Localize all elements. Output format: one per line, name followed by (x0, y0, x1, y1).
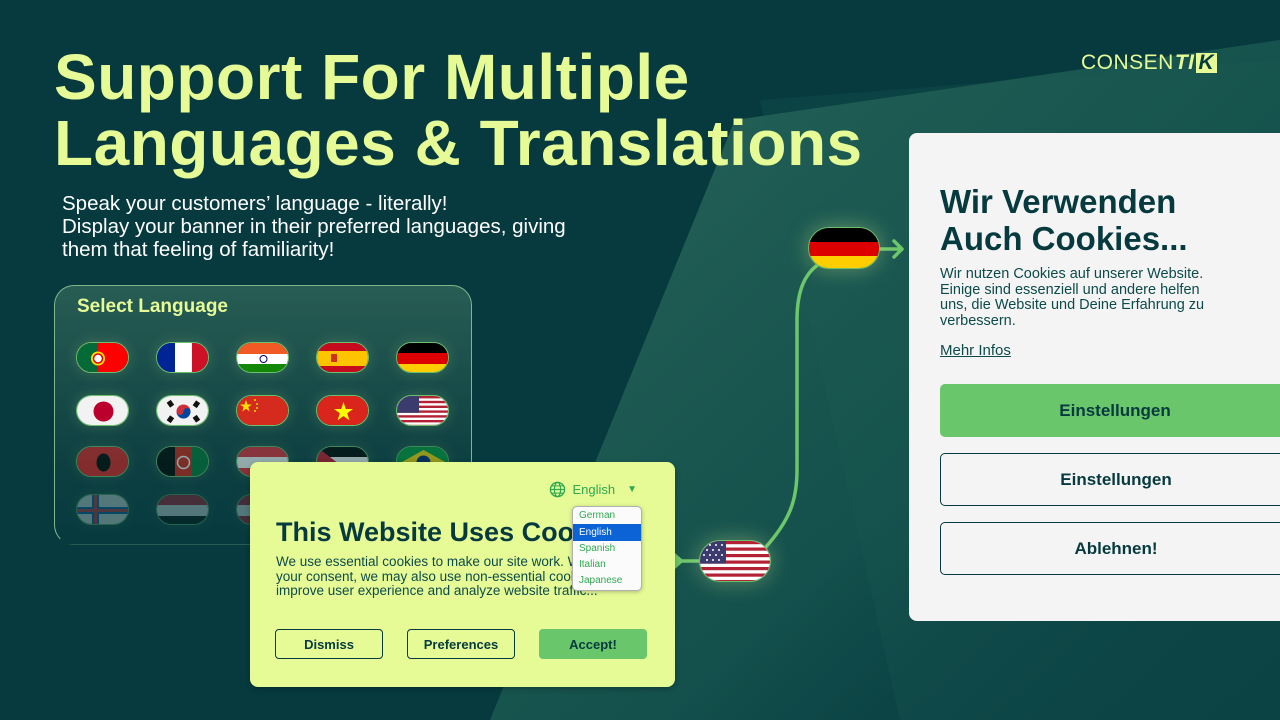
flag-spain[interactable] (316, 342, 369, 373)
flag-china[interactable] (236, 395, 289, 426)
logo-k-box: K (1195, 52, 1218, 73)
select-language-title: Select Language (77, 296, 228, 317)
language-select[interactable]: English ▼ (549, 481, 637, 498)
language-dropdown[interactable]: German English Spanish Italian Japanese (572, 506, 642, 591)
subtext-line-3: them that feeling of familiarity! (62, 238, 335, 261)
logo-text-regular: CONSEN (1081, 51, 1174, 74)
headline-line-2: Languages & Translations (54, 107, 863, 179)
german-banner-title: Wir Verwenden Auch Cookies... (940, 183, 1188, 257)
flag-albania[interactable] (76, 446, 129, 477)
mehr-infos-link[interactable]: Mehr Infos (940, 342, 1011, 359)
button-label: Ablehnen! (1074, 538, 1158, 558)
flag-portugal[interactable] (76, 342, 129, 373)
german-body-line: Einige sind essenziell und andere helfen (940, 281, 1200, 298)
button-label: Einstellungen (1059, 400, 1171, 420)
connector-flag-usa (699, 540, 771, 582)
flag-japan[interactable] (76, 395, 129, 426)
german-cookie-banner: Wir Verwenden Auch Cookies... Wir nutzen… (909, 133, 1280, 621)
german-banner-body: Wir nutzen Cookies auf unserer Website. … (940, 266, 1205, 329)
language-option-german[interactable]: German (573, 508, 641, 524)
einstellungen-secondary-button[interactable]: Einstellungen (940, 453, 1280, 506)
einstellungen-primary-button[interactable]: Einstellungen (940, 384, 1280, 437)
flag-india[interactable] (236, 342, 289, 373)
globe-icon (550, 481, 566, 498)
german-body-line: uns, die Website und Deine Erfahrung zu (940, 297, 1205, 313)
language-option-japanese[interactable]: Japanese (573, 573, 641, 589)
headline-line-1: Support For Multiple (54, 41, 690, 113)
page-headline: Support For Multiple Languages & Transla… (54, 44, 863, 176)
flag-afghanistan[interactable] (156, 446, 209, 477)
german-title-line: Wir Verwenden (940, 183, 1177, 220)
arrow-right-icon (878, 239, 904, 259)
german-body-line: Wir nutzen Cookies auf unserer Website. (940, 266, 1204, 282)
connector-start-marker (675, 553, 684, 569)
subtext-line-2: Display your banner in their preferred l… (62, 215, 566, 238)
language-option-english[interactable]: English (573, 524, 641, 541)
german-title-line: Auch Cookies... (940, 220, 1188, 257)
ablehnen-button[interactable]: Ablehnen! (940, 522, 1280, 575)
subtext-line-1: Speak your customers’ language - literal… (62, 192, 448, 215)
flag-south-korea[interactable] (156, 395, 209, 426)
german-body-line: verbessern. (940, 312, 1016, 329)
flag-vietnam[interactable] (316, 395, 369, 426)
language-option-italian[interactable]: Italian (573, 557, 641, 573)
accept-button[interactable]: Accept! (539, 629, 647, 659)
preferences-button[interactable]: Preferences (407, 629, 515, 659)
connector-line (673, 260, 824, 563)
consentik-logo: CONSEN TI K (1081, 51, 1218, 75)
flag-france[interactable] (156, 342, 209, 373)
dismiss-button[interactable]: Dismiss (275, 629, 383, 659)
button-label: Einstellungen (1060, 469, 1172, 489)
flag-usa[interactable] (396, 395, 449, 426)
caret-down-icon: ▼ (627, 484, 637, 495)
connector-flag-germany (808, 227, 880, 269)
page-subtext: Speak your customers’ language - literal… (62, 192, 566, 261)
english-cookie-banner: English ▼ This Website Uses Cookies We u… (250, 462, 675, 687)
english-banner-title: This Website Uses Cookies (276, 517, 596, 547)
logo-text-bold: TI (1174, 51, 1195, 74)
language-option-spanish[interactable]: Spanish (573, 541, 641, 557)
flag-egypt[interactable] (156, 494, 209, 525)
language-select-value: English (572, 482, 616, 497)
flag-germany[interactable] (396, 342, 449, 373)
flag-faroe-islands[interactable] (76, 494, 129, 525)
